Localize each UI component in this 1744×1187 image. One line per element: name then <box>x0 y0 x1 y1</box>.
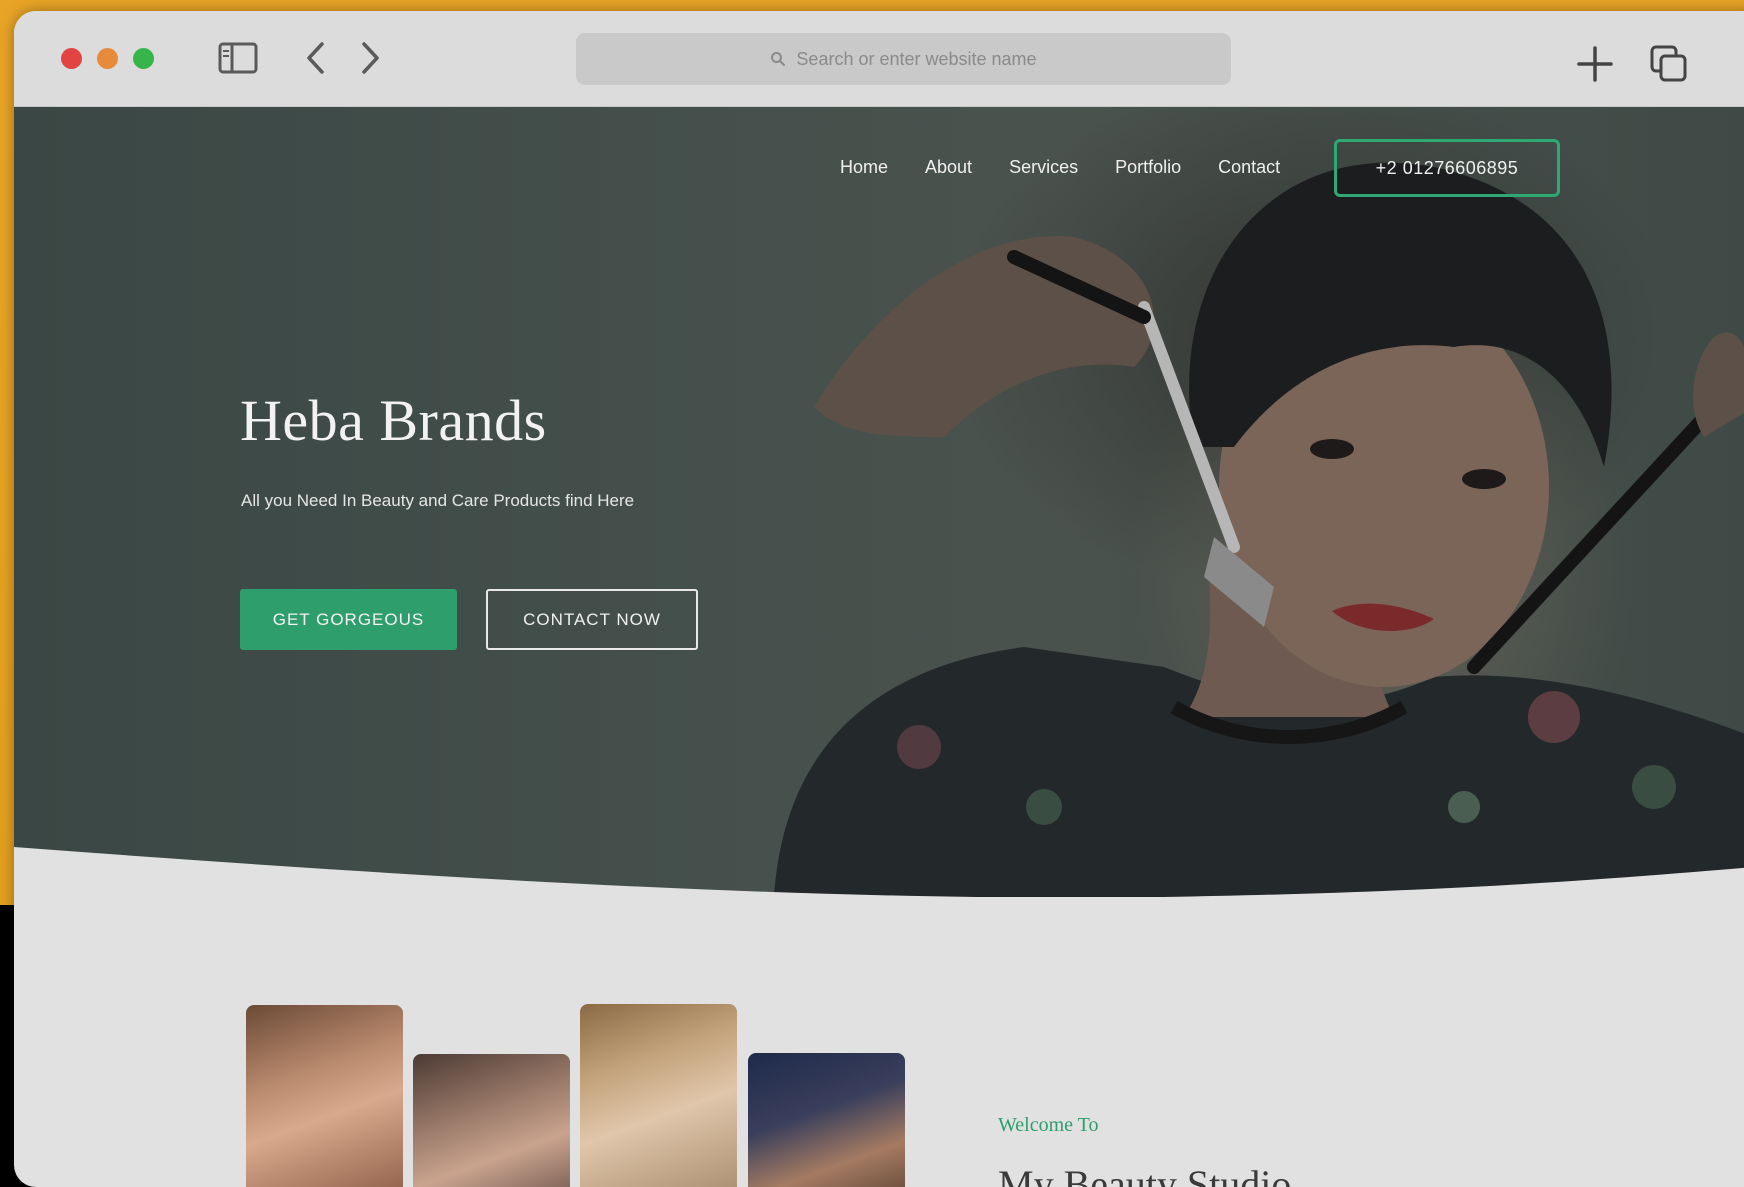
hero-title: Heba Brands <box>240 388 547 453</box>
get-gorgeous-button[interactable]: GET GORGEOUS <box>240 589 457 650</box>
hero-subtitle: All you Need In Beauty and Care Products… <box>241 491 635 510</box>
about-heading: My Beauty Studio <box>998 1161 1291 1187</box>
gallery-photo <box>413 1054 570 1187</box>
nav-portfolio[interactable]: Portfolio <box>1115 157 1181 178</box>
gallery-photo <box>246 1005 403 1187</box>
forward-arrow-icon[interactable] <box>350 37 390 79</box>
browser-toolbar: Search or enter website name <box>14 11 1744 107</box>
close-window-button[interactable] <box>61 48 82 69</box>
about-heading-text: My Beauty Studio <box>998 1162 1292 1187</box>
new-tab-icon[interactable] <box>1574 43 1616 85</box>
tab-overview-icon[interactable] <box>1648 43 1690 85</box>
minimize-window-button[interactable] <box>97 48 118 69</box>
search-icon <box>771 52 786 66</box>
gallery-photo <box>748 1053 905 1187</box>
nav-home[interactable]: Home <box>840 157 888 178</box>
sidebar-toggle-icon[interactable] <box>216 37 260 79</box>
nav-contact[interactable]: Contact <box>1218 157 1280 178</box>
nav-about[interactable]: About <box>925 157 972 178</box>
main-nav: Home About Services Portfolio Contact <box>840 157 1280 178</box>
address-placeholder: Search or enter website name <box>796 48 1037 69</box>
nav-services[interactable]: Services <box>1009 157 1078 178</box>
address-bar[interactable]: Search or enter website name <box>576 33 1231 85</box>
gallery-photo <box>580 1004 737 1187</box>
back-arrow-icon[interactable] <box>296 37 336 79</box>
contact-now-button[interactable]: CONTACT NOW <box>486 589 698 650</box>
hero-section: Home About Services Portfolio Contact +2… <box>14 107 1744 897</box>
browser-window: Search or enter website name Home About … <box>14 11 1744 1187</box>
maximize-window-button[interactable] <box>133 48 154 69</box>
welcome-label: Welcome To <box>998 1114 1099 1136</box>
hero-wave-divider <box>14 847 1744 897</box>
phone-button[interactable]: +2 01276606895 <box>1334 139 1560 197</box>
